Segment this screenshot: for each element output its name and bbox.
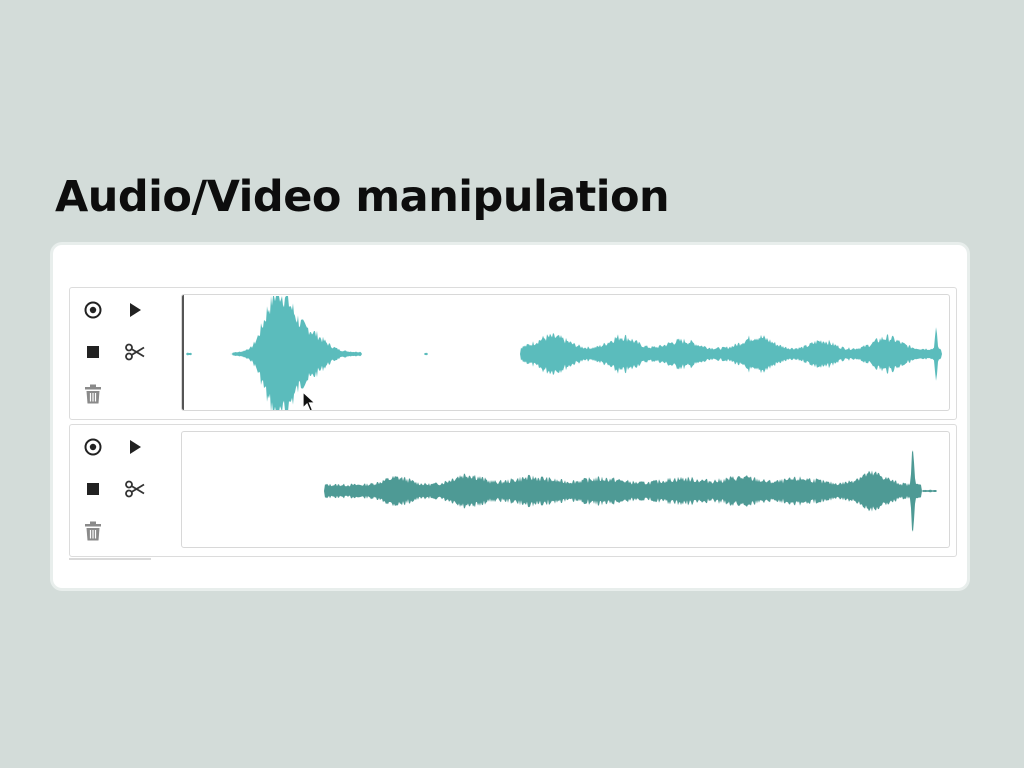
track-divider (69, 558, 151, 560)
waveform-area[interactable] (181, 294, 950, 411)
audio-track-2 (69, 424, 957, 557)
track-controls (70, 288, 174, 419)
audio-track-1 (69, 287, 957, 420)
waveform-shape (182, 450, 949, 532)
waveform (182, 450, 949, 532)
scissors-icon (125, 343, 145, 361)
trash-icon (85, 384, 101, 404)
waveform-area[interactable] (181, 431, 950, 548)
waveform-shape (182, 296, 949, 410)
audio-editor-panel (50, 242, 970, 591)
track-controls (70, 425, 174, 556)
play-button[interactable] (122, 297, 148, 323)
slide-title: Audio/Video manipulation (55, 172, 670, 222)
stop-icon (87, 346, 99, 358)
stop-button[interactable] (80, 339, 106, 365)
playhead[interactable] (182, 295, 184, 410)
record-icon (84, 301, 102, 319)
stop-icon (87, 483, 99, 495)
cut-button[interactable] (122, 339, 148, 365)
record-icon (84, 438, 102, 456)
delete-button[interactable] (80, 518, 106, 544)
trash-icon (85, 521, 101, 541)
mouse-cursor-icon (302, 391, 316, 410)
scissors-icon (125, 480, 145, 498)
record-button[interactable] (80, 434, 106, 460)
record-button[interactable] (80, 297, 106, 323)
play-button[interactable] (122, 434, 148, 460)
play-icon (130, 303, 141, 317)
cut-button[interactable] (122, 476, 148, 502)
delete-button[interactable] (80, 381, 106, 407)
play-icon (130, 440, 141, 454)
stop-button[interactable] (80, 476, 106, 502)
waveform (182, 296, 949, 410)
